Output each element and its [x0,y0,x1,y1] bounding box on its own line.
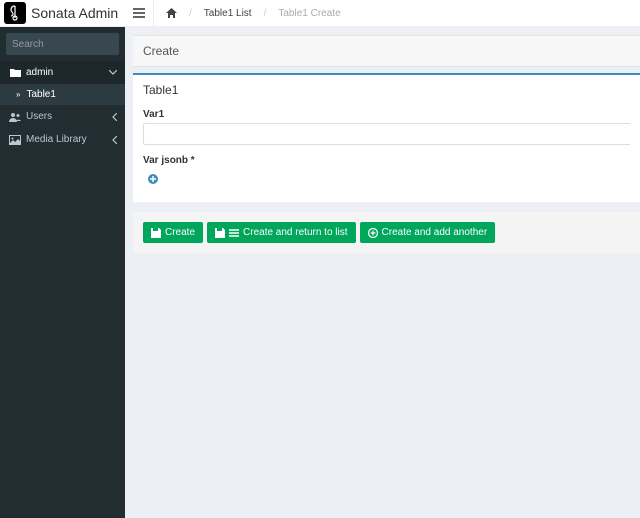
content: Create Table1 Var1 Var jsonb * [125,27,640,261]
bullet-icon: » [16,90,20,99]
breadcrumb-current: Table1 Create [278,8,340,19]
create-another-button[interactable]: Create and add another [360,222,496,243]
create-return-button[interactable]: Create and return to list [207,222,356,243]
sidebar-item-media[interactable]: Media Library [0,128,125,151]
var1-input[interactable] [143,123,630,145]
folder-icon [8,68,22,77]
topbar: / Table1 List / Table1 Create [125,0,640,27]
save-icon [215,228,225,238]
form-box: Table1 Var1 Var jsonb * [133,73,640,202]
chevron-down-icon [109,70,117,75]
image-icon [8,135,22,145]
users-icon [8,112,22,122]
field-label-var1: Var1 [143,109,630,120]
sidebar-subitem-table1[interactable]: » Table1 [0,84,125,105]
home-icon [166,8,177,18]
sidebar-menu: admin » Table1 Users [0,61,125,151]
sidebar-item-label: admin [26,67,53,78]
add-jsonb-button[interactable] [147,173,159,185]
breadcrumb-link[interactable]: Table1 List [204,8,252,19]
plus-circle-icon [147,173,159,185]
breadcrumb: / Table1 List / Table1 Create [154,8,341,19]
chevron-left-icon [112,113,117,121]
button-label: Create and add another [382,227,488,238]
brand-icon [4,2,26,24]
list-icon [229,228,239,238]
save-icon [151,228,161,238]
sidebar-item-label: Users [26,111,52,122]
main: / Table1 List / Table1 Create Create Tab… [125,0,640,518]
breadcrumb-sep: / [264,8,267,19]
button-label: Create and return to list [243,227,348,238]
chevron-left-icon [112,136,117,144]
breadcrumb-home[interactable] [166,8,177,18]
page-header: Create [133,35,640,67]
sidebar-item-label: Media Library [26,134,87,145]
brand-logo[interactable]: Sonata Admin [0,0,125,27]
create-button[interactable]: Create [143,222,203,243]
sidebar-item-users[interactable]: Users [0,105,125,128]
box-title: Table1 [133,75,640,105]
field-label-jsonb: Var jsonb * [143,155,630,166]
search-box[interactable] [6,33,119,55]
plus-circle-icon [368,228,378,238]
brand-name: Sonata Admin [31,5,118,21]
sidebar-subitem-label: Table1 [26,89,55,100]
button-label: Create [165,227,195,238]
form-actions: Create Create and return to list Create [133,212,640,253]
sidebar-item-admin[interactable]: admin [0,61,125,84]
breadcrumb-sep: / [189,8,192,19]
hamburger-button[interactable] [133,0,154,27]
sidebar: Sonata Admin admin » [0,0,125,518]
